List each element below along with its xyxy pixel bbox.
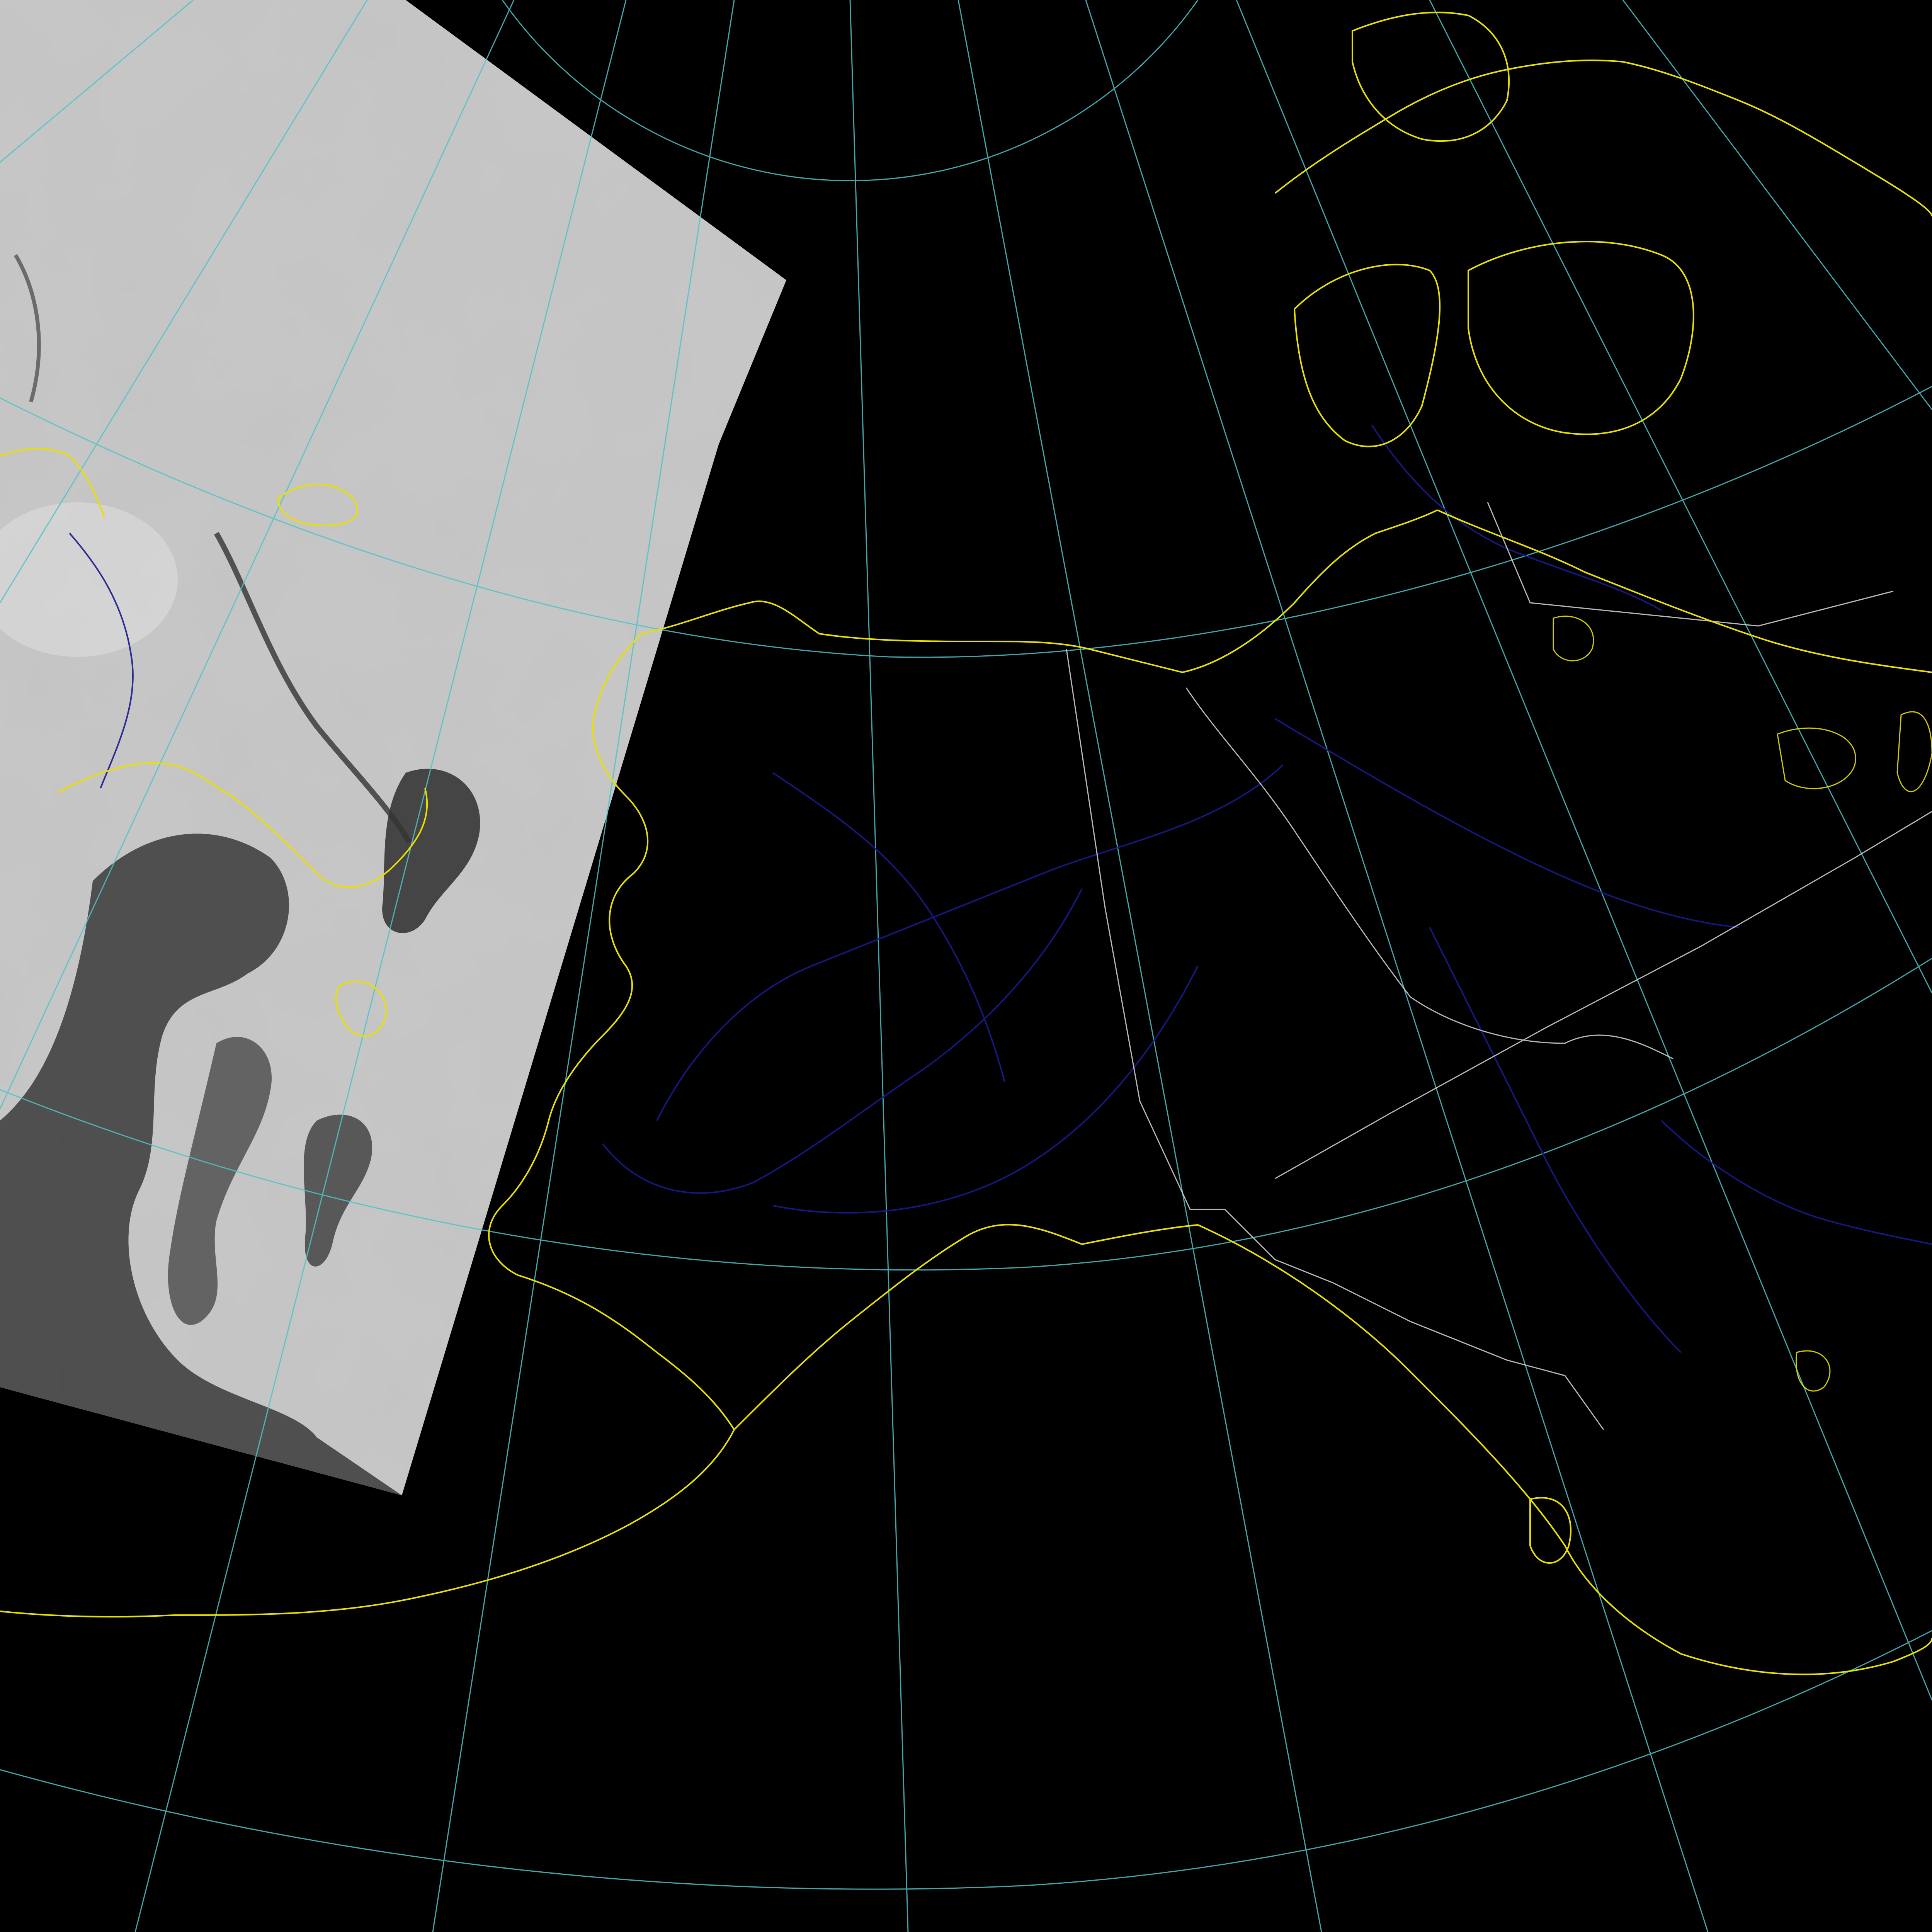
coastline-canada-arctic xyxy=(1274,60,1932,217)
lake-outline xyxy=(1777,727,1856,789)
coastline-banks-island xyxy=(1293,264,1441,447)
meridian xyxy=(1622,0,1932,410)
coastline-alaska-peninsula xyxy=(733,1224,1198,1430)
river xyxy=(1274,718,1739,928)
meridian xyxy=(1085,0,1709,1932)
river xyxy=(1429,927,1682,1353)
coastline-victoria-island xyxy=(1468,241,1694,435)
meridian xyxy=(1236,0,1932,1701)
river xyxy=(656,764,1284,1121)
border-bc-yukon xyxy=(1275,811,1932,1179)
meridian xyxy=(1429,0,1932,993)
border-alaska-canada xyxy=(1066,649,1225,1210)
meridian xyxy=(849,0,909,1932)
coastline-southeast-alaska xyxy=(1197,1224,1932,1675)
latitude-circle xyxy=(0,1630,1932,1890)
lake-outline xyxy=(1896,711,1932,792)
border-yukon-nwt xyxy=(1185,687,1673,1060)
coastline-alaska-north xyxy=(641,509,1438,673)
lakes xyxy=(1553,616,1932,1392)
river xyxy=(772,772,1005,1082)
meridian xyxy=(957,0,1322,1932)
border-alaska-panhandle xyxy=(1224,1209,1604,1430)
lake-outline xyxy=(1553,616,1594,662)
river xyxy=(602,888,1083,1194)
satellite-swath xyxy=(0,0,786,1495)
coastline-queen-elizabeth xyxy=(1352,12,1510,142)
lake-outline xyxy=(1796,1350,1831,1392)
map-canvas[interactable] xyxy=(0,0,1932,1932)
map-svg xyxy=(0,0,1932,1932)
coastline-canada-mainland xyxy=(1437,509,1932,673)
river xyxy=(1371,424,1662,611)
river xyxy=(772,966,1199,1214)
